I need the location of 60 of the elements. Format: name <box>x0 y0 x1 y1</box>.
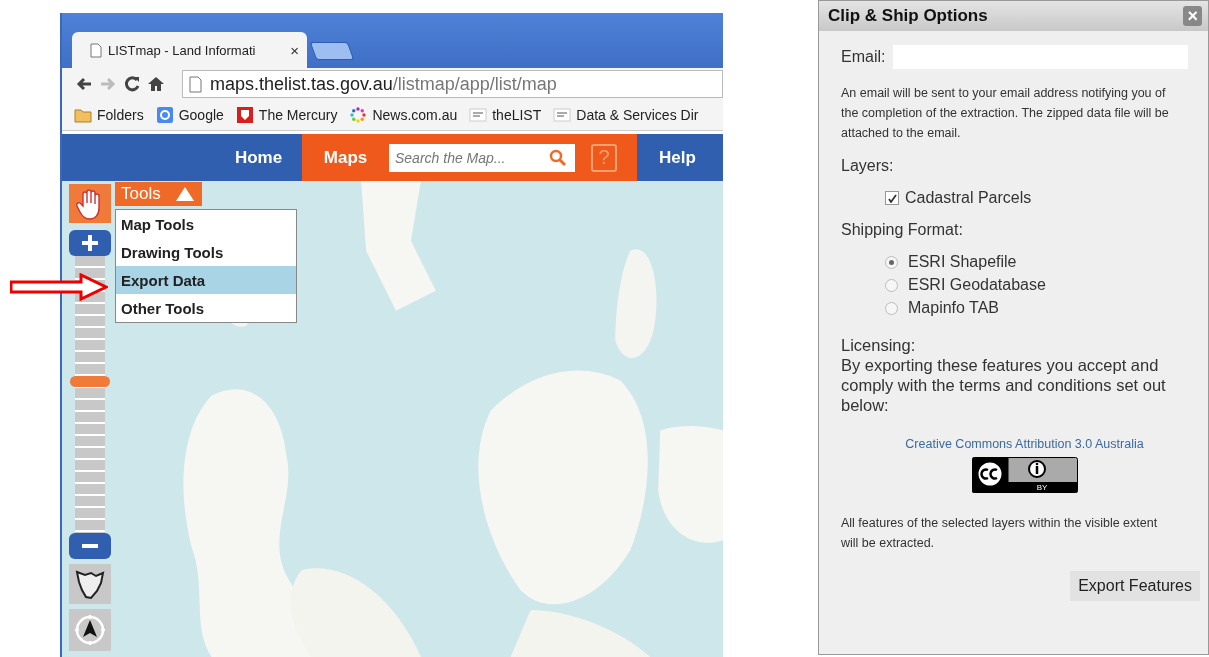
radio-button[interactable] <box>885 301 898 315</box>
license-link[interactable]: Creative Commons Attribution 3.0 Australia <box>841 437 1188 451</box>
plus-icon <box>81 234 99 252</box>
site-icon <box>469 106 488 124</box>
shield-icon <box>235 106 254 124</box>
bookmark[interactable]: theLIST <box>469 106 542 124</box>
google-icon <box>155 106 174 124</box>
radio-button[interactable] <box>885 278 898 292</box>
search-icon[interactable] <box>549 148 567 167</box>
site-icon <box>553 106 572 124</box>
license-badge-icon: BY <box>971 457 1078 493</box>
bookmark[interactable]: The Mercury <box>235 106 338 124</box>
slider-thumb[interactable] <box>70 375 110 387</box>
page-icon <box>90 42 102 58</box>
field-label: Email: <box>841 48 886 66</box>
new-tab-button[interactable] <box>309 42 355 60</box>
search-field[interactable]: Search the Map... <box>389 143 575 172</box>
reload-icon[interactable] <box>122 74 142 94</box>
menu-item[interactable]: Export Data <box>116 266 296 294</box>
nav-link[interactable]: Home <box>215 134 302 181</box>
close-icon[interactable]: × <box>290 41 299 59</box>
licensing-text: By exporting these features you accept and comply with the terms and conditions set out below: <box>841 355 1167 415</box>
zoom-out-button[interactable] <box>69 533 111 559</box>
section-label: Layers: <box>841 157 895 175</box>
bookmark[interactable]: News.com.au <box>349 106 458 124</box>
export-button[interactable]: Export Features <box>1070 571 1200 601</box>
zoom-in-button[interactable] <box>69 230 111 256</box>
radio-button[interactable] <box>885 255 898 269</box>
minus-icon <box>81 543 99 549</box>
folder-icon <box>74 106 92 124</box>
close-icon[interactable]: × <box>1183 6 1202 26</box>
checkbox[interactable] <box>885 191 899 205</box>
bookmark[interactable]: Data & Services Dir <box>553 106 699 124</box>
menu-item[interactable]: Map Tools <box>116 210 296 238</box>
island-icon <box>74 568 106 600</box>
dots-icon <box>349 106 368 124</box>
url-text: maps.thelist.tas.gov.au/listmap/app/list/map <box>210 73 557 95</box>
bookmark[interactable]: Google <box>155 106 224 124</box>
section-label: Shipping Format: <box>841 221 964 239</box>
home-icon[interactable] <box>146 74 166 94</box>
note-text: All features of the selected layers within the visible extent will be extracted. <box>841 515 1159 552</box>
full-extent-button[interactable] <box>69 564 111 604</box>
section-label: Licensing: <box>841 335 917 355</box>
format-option[interactable]: ESRI Shapefile <box>885 253 1188 271</box>
page-icon <box>189 75 202 93</box>
nav-link[interactable]: Help <box>637 134 696 181</box>
compass-icon <box>73 613 107 647</box>
menu-item[interactable]: Drawing Tools <box>116 238 296 266</box>
format-option[interactable]: Mapinfo TAB <box>885 299 1188 317</box>
layer-checkbox[interactable]: Cadastral Parcels <box>885 189 1188 207</box>
locate-button[interactable] <box>69 609 111 651</box>
address-field[interactable]: maps.thelist.tas.gov.au/listmap/app/list/map <box>182 70 723 98</box>
browser-tab[interactable]: LISTmap - Land Informati × <box>72 32 307 68</box>
caret-icon <box>174 186 195 202</box>
bookmark[interactable]: Folders <box>74 106 144 124</box>
dialog-title: Clip & Ship Options <box>828 6 988 26</box>
pan-tool-button[interactable] <box>69 184 111 223</box>
note-text: An email will be sent to your email address notifying you of the completion of the extraction. The zipped data file will be attached to the email. <box>841 85 1170 142</box>
menu-item[interactable]: Other Tools <box>116 294 296 322</box>
format-option[interactable]: ESRI Geodatabase <box>885 276 1188 294</box>
